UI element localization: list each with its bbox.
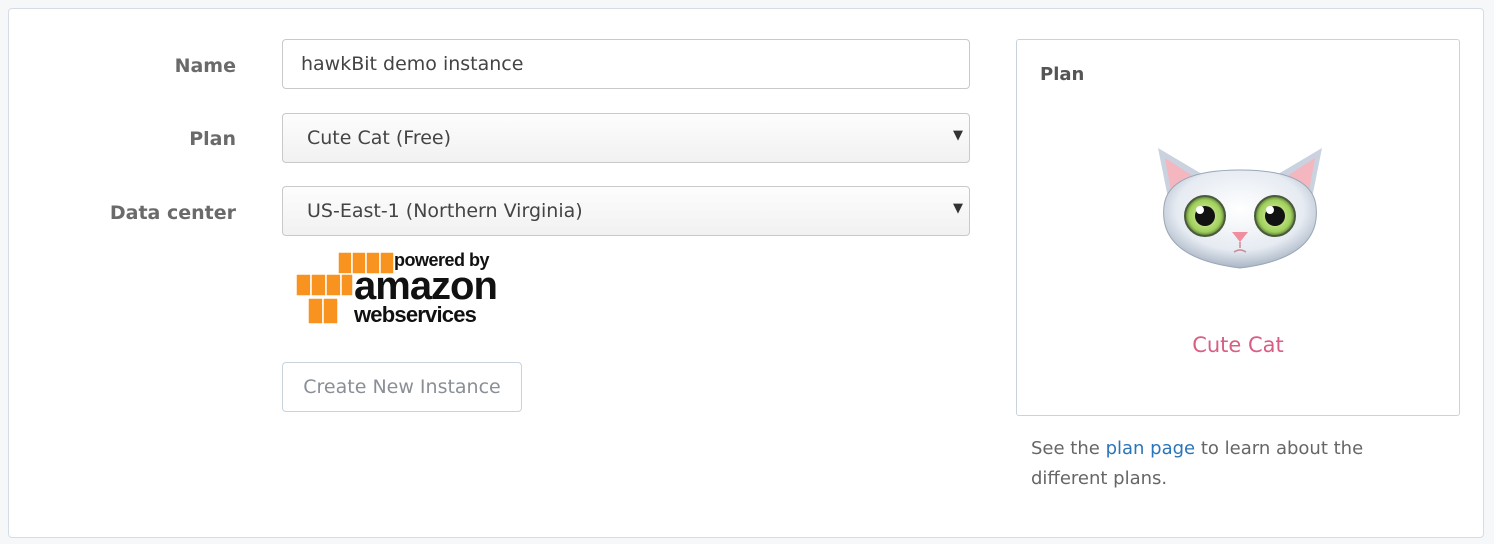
cat-face-icon — [1158, 148, 1322, 269]
caret-down-icon: ▼ — [953, 128, 963, 143]
plan-note: See the plan page to learn about the dif… — [1031, 434, 1431, 494]
datacenter-label: Data center — [109, 202, 236, 224]
note-before: See the — [1031, 438, 1106, 459]
create-instance-button[interactable]: Create New Instance — [282, 362, 522, 412]
datacenter-select[interactable]: US-East-1 (Northern Virginia) ▼ — [282, 186, 970, 236]
plan-select-value: Cute Cat (Free) — [307, 127, 452, 149]
plan-name: Cute Cat — [1192, 333, 1284, 357]
aws-webservices-text: webservices — [354, 302, 477, 327]
plan-label: Plan — [189, 128, 236, 150]
name-label: Name — [174, 55, 236, 77]
aws-logo: powered by amazon webservices — [296, 250, 498, 330]
plan-panel-title: Plan — [1040, 64, 1085, 85]
caret-down-icon: ▼ — [953, 201, 963, 216]
datacenter-select-value: US-East-1 (Northern Virginia) — [307, 200, 583, 222]
plan-select[interactable]: Cute Cat (Free) ▼ — [282, 113, 970, 163]
name-input[interactable] — [282, 39, 970, 89]
plan-page-link[interactable]: plan page — [1106, 438, 1196, 459]
